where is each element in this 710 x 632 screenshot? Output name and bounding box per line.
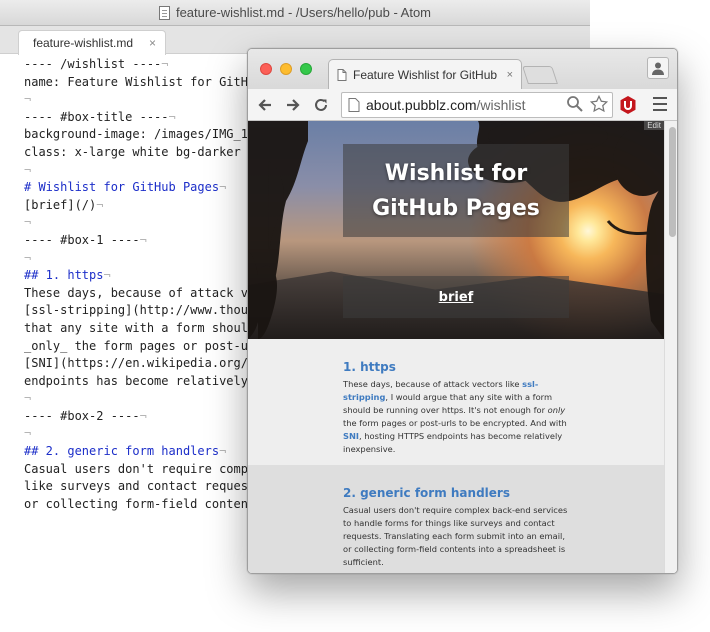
code-line-text: These days, because of attack ve — [24, 285, 256, 300]
code-line-text: [SNI](https://en.wikipedia.org/w — [24, 356, 256, 371]
web-page-viewport[interactable]: Edit Wishlist for GitHub Pages brief 1. … — [248, 121, 677, 573]
markdown-file-icon — [158, 5, 170, 20]
hero-banner-image: Edit Wishlist for GitHub Pages brief — [248, 121, 664, 339]
search-icon[interactable] — [566, 95, 584, 113]
close-icon[interactable]: × — [507, 69, 513, 81]
body-text: These days, because of attack vectors li… — [343, 379, 523, 389]
scrollbar-thumb[interactable] — [669, 127, 676, 237]
section-body-form-handlers: Casual users don't require complex back-… — [343, 505, 568, 567]
eol-marker: ¬ — [24, 92, 32, 107]
eol-marker: ¬ — [219, 180, 227, 195]
url-path: /wishlist — [476, 97, 526, 113]
page-icon — [337, 68, 347, 81]
eol-marker: ¬ — [24, 391, 32, 406]
title-box: Wishlist for GitHub Pages — [343, 144, 569, 237]
section-generic-form-handlers: 2. generic form handlers Casual users do… — [248, 465, 664, 573]
eol-marker: ¬ — [219, 444, 227, 459]
section-heading-form-handlers: 2. generic form handlers — [343, 486, 510, 500]
eol-marker: ¬ — [139, 232, 147, 247]
url-host: about.pubblz.com — [366, 97, 477, 113]
star-icon[interactable] — [590, 95, 608, 113]
code-line-text: ---- /wishlist ---- — [24, 57, 162, 71]
code-line-text: # Wishlist for GitHub Pages — [24, 180, 220, 195]
minimize-window-button[interactable] — [280, 63, 292, 75]
new-tab-button[interactable] — [522, 66, 558, 84]
close-icon[interactable]: × — [149, 36, 156, 50]
atom-tab-label: feature-wishlist.md — [33, 36, 134, 50]
section-body-https: These days, because of attack vectors li… — [343, 378, 575, 456]
hamburger-menu-icon[interactable] — [653, 97, 667, 111]
eol-marker: ¬ — [24, 215, 32, 230]
eol-marker: ¬ — [24, 162, 32, 177]
code-line-text: ## 1. https — [24, 268, 104, 283]
eol-marker: ¬ — [168, 109, 176, 124]
code-line-text: background-image: /images/IMG_1Z — [24, 127, 256, 142]
back-button[interactable] — [254, 94, 276, 116]
page-info-icon[interactable] — [348, 98, 360, 112]
code-line-text: name: Feature Wishlist for GitHub — [24, 74, 263, 89]
eol-marker: ¬ — [161, 57, 169, 71]
eol-marker: ¬ — [24, 426, 32, 441]
chrome-browser-window: Feature Wishlist for GitHub × about.pubb… — [247, 48, 678, 574]
code-line-text: ---- #box-1 ---- — [24, 232, 140, 247]
eol-marker: ¬ — [24, 250, 32, 265]
eol-marker: ¬ — [103, 268, 111, 283]
eol-marker: ¬ — [96, 197, 104, 212]
eol-marker: ¬ — [139, 408, 147, 423]
chrome-tab-strip: Feature Wishlist for GitHub × — [248, 49, 677, 89]
section-heading-https: 1. https — [343, 360, 396, 374]
code-line-text: ---- #box-2 ---- — [24, 408, 140, 423]
sni-link[interactable]: SNI — [343, 431, 359, 441]
brief-box: brief — [343, 276, 569, 318]
ublock-extension-button[interactable] — [618, 95, 638, 115]
atom-window-title: feature-wishlist.md - /Users/hello/pub -… — [175, 5, 432, 20]
edit-label[interactable]: Edit — [644, 121, 664, 130]
address-bar[interactable]: about.pubblz.com/wishlist — [341, 92, 613, 118]
atom-tab-feature-wishlist[interactable]: feature-wishlist.md × — [18, 30, 166, 55]
chrome-tab-title: Feature Wishlist for GitHub — [353, 67, 498, 82]
code-line-text: ## 2. generic form handlers — [24, 444, 220, 459]
code-line-text: endpoints has become relatively — [24, 373, 248, 388]
atom-titlebar: feature-wishlist.md - /Users/hello/pub -… — [0, 0, 590, 26]
page-scrollbar[interactable] — [664, 121, 677, 573]
back-arrow-icon — [258, 99, 271, 111]
section-https: 1. https These days, because of attack v… — [248, 339, 664, 465]
code-line-text: that any site with a form should — [24, 320, 256, 335]
body-text: the form pages or post-urls to be encryp… — [343, 418, 567, 428]
body-text: , hosting HTTPS endpoints has become rel… — [343, 431, 563, 454]
code-line-text: like surveys and contact request — [24, 479, 256, 494]
zoom-window-button[interactable] — [300, 63, 312, 75]
code-line-text: or collecting form-field content — [24, 496, 256, 511]
forward-button[interactable] — [282, 94, 304, 116]
close-window-button[interactable] — [260, 63, 272, 75]
brief-link[interactable]: brief — [439, 290, 474, 305]
code-line-text: Casual users don't require compl — [24, 461, 256, 476]
code-line-text: [brief](/) — [24, 197, 97, 212]
body-emphasis: only — [547, 405, 566, 415]
forward-arrow-icon — [287, 99, 300, 111]
chrome-toolbar: about.pubblz.com/wishlist — [248, 89, 677, 121]
ublock-icon — [620, 96, 636, 114]
code-line-text: class: x-large white bg-darker c — [24, 144, 256, 159]
code-line-text: ---- #box-title ---- — [24, 109, 169, 124]
reload-button[interactable] — [310, 94, 332, 116]
url-text: about.pubblz.com/wishlist — [366, 97, 526, 113]
code-line-text: _only_ the form pages or post-ur — [24, 338, 256, 353]
chrome-tab-wishlist[interactable]: Feature Wishlist for GitHub × — [328, 59, 522, 89]
profile-icon — [652, 62, 664, 75]
code-line-text: [ssl-stripping](http://www.thoug — [24, 303, 256, 318]
page-title: Wishlist for GitHub Pages — [372, 160, 540, 221]
profile-button[interactable] — [647, 57, 669, 79]
reload-icon — [315, 98, 327, 111]
